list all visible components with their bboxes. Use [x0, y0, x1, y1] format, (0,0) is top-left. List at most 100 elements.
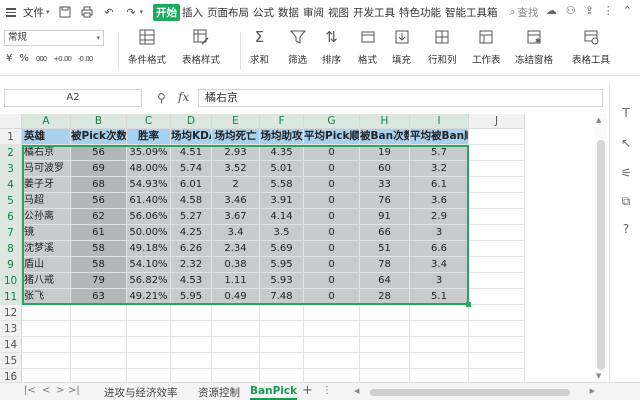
cell-h7[interactable]: 66 [360, 225, 410, 241]
fill-button[interactable]: 填充 [392, 28, 411, 66]
cell-i2[interactable]: 5.7 [410, 145, 469, 161]
next-sheet-icon[interactable]: > [56, 385, 64, 396]
cell-j6[interactable] [469, 209, 525, 225]
cell-h13[interactable] [360, 321, 410, 337]
column-header-h[interactable]: H [360, 114, 410, 129]
row-header-3[interactable]: 3 [0, 161, 22, 177]
cell-h8[interactable]: 51 [360, 241, 410, 257]
cell-j8[interactable] [469, 241, 525, 257]
sheet-tab-banpick[interactable]: BanPick [250, 385, 298, 400]
tab-smart-tools[interactable]: 智能工具箱 [443, 4, 500, 21]
cell-c7[interactable]: 50.00% [127, 225, 171, 241]
row-header-13[interactable]: 13 [0, 321, 22, 337]
cell-g2[interactable]: 0 [304, 145, 360, 161]
formula-input[interactable]: 橘右京 [198, 89, 603, 107]
cell-j1[interactable] [469, 129, 525, 145]
row-header-6[interactable]: 6 [0, 209, 22, 225]
cell-b7[interactable]: 61 [71, 225, 127, 241]
cell-b9[interactable]: 58 [71, 257, 127, 273]
tab-insert[interactable]: 插入 [180, 4, 205, 21]
cell-g15[interactable] [304, 353, 360, 369]
cell-i11[interactable]: 5.1 [410, 289, 469, 305]
vertical-scrollbar[interactable]: ▲ ▼ [595, 114, 607, 382]
cell-b8[interactable]: 58 [71, 241, 127, 257]
collaborate-icon[interactable]: ⚇ [566, 4, 576, 17]
cell-a6[interactable]: 公孙离 [22, 209, 71, 225]
cell-j14[interactable] [469, 337, 525, 353]
cell-i9[interactable]: 3.4 [410, 257, 469, 273]
cell-c12[interactable] [127, 305, 171, 321]
scroll-up-icon[interactable]: ▲ [596, 116, 601, 124]
sheet-tab-resource-control[interactable]: 资源控制 [198, 385, 240, 400]
cell-g13[interactable] [304, 321, 360, 337]
row-header-10[interactable]: 10 [0, 273, 22, 289]
cell-e11[interactable]: 0.49 [212, 289, 260, 305]
column-header-j[interactable]: J [469, 114, 525, 129]
cell-j7[interactable] [469, 225, 525, 241]
cell-j10[interactable] [469, 273, 525, 289]
cell-e5[interactable]: 3.46 [212, 193, 260, 209]
cell-b5[interactable]: 56 [71, 193, 127, 209]
cell-h11[interactable]: 28 [360, 289, 410, 305]
cell-b12[interactable] [71, 305, 127, 321]
cell-d2[interactable]: 4.51 [171, 145, 212, 161]
scroll-right-icon[interactable]: ▶ [590, 387, 595, 395]
row-header-11[interactable]: 11 [0, 289, 22, 305]
format-button[interactable]: 格式 [358, 28, 377, 66]
search-box[interactable]: ⌕ 查找 [510, 5, 539, 20]
cell-c9[interactable]: 54.10% [127, 257, 171, 273]
cell-b15[interactable] [71, 353, 127, 369]
cell-a14[interactable] [22, 337, 71, 353]
cell-i7[interactable]: 3 [410, 225, 469, 241]
worksheet-button[interactable]: 工作表 [472, 28, 501, 66]
cell-d10[interactable]: 4.53 [171, 273, 212, 289]
cell-h1[interactable]: 被Ban次数 [360, 129, 410, 145]
vertical-scroll-thumb[interactable] [597, 140, 605, 370]
cell-h2[interactable]: 19 [360, 145, 410, 161]
cell-f3[interactable]: 5.01 [260, 161, 304, 177]
table-style-button[interactable]: 表格样式 [182, 28, 220, 66]
row-header-1[interactable]: 1 [0, 129, 22, 145]
cell-f15[interactable] [260, 353, 304, 369]
tab-formulas[interactable]: 公式 [251, 4, 276, 21]
percent-button[interactable]: % [19, 53, 29, 64]
cell-i3[interactable]: 3.2 [410, 161, 469, 177]
cell-d15[interactable] [171, 353, 212, 369]
tab-features[interactable]: 特色功能 [397, 4, 443, 21]
cell-f14[interactable] [260, 337, 304, 353]
row-header-2[interactable]: 2 [0, 145, 22, 161]
cell-e13[interactable] [212, 321, 260, 337]
cell-j9[interactable] [469, 257, 525, 273]
horizontal-scroll-thumb[interactable] [370, 389, 570, 396]
cell-g11[interactable]: 0 [304, 289, 360, 305]
cell-i4[interactable]: 6.1 [410, 177, 469, 193]
help-icon[interactable]: ? [619, 222, 633, 236]
cell-d9[interactable]: 2.32 [171, 257, 212, 273]
collapse-ribbon-icon[interactable]: ⌃ [623, 4, 632, 17]
cell-a7[interactable]: 镜 [22, 225, 71, 241]
cell-b3[interactable]: 69 [71, 161, 127, 177]
cell-j12[interactable] [469, 305, 525, 321]
cell-e12[interactable] [212, 305, 260, 321]
cell-f10[interactable]: 5.93 [260, 273, 304, 289]
select-icon[interactable]: ↖ [619, 136, 633, 150]
cell-g5[interactable]: 0 [304, 193, 360, 209]
sheet-more-icon[interactable]: ⋮ [322, 385, 332, 396]
cell-c6[interactable]: 56.06% [127, 209, 171, 225]
cell-a9[interactable]: 盾山 [22, 257, 71, 273]
cloud-sync-icon[interactable]: ☁ [546, 4, 557, 17]
cell-d11[interactable]: 5.95 [171, 289, 212, 305]
cell-b13[interactable] [71, 321, 127, 337]
increase-decimal-button[interactable]: +0 .00 [53, 55, 72, 63]
cell-i10[interactable]: 3 [410, 273, 469, 289]
cell-c10[interactable]: 56.82% [127, 273, 171, 289]
menu-icon[interactable] [6, 7, 18, 17]
cell-e9[interactable]: 0.38 [212, 257, 260, 273]
cell-a15[interactable] [22, 353, 71, 369]
cell-e4[interactable]: 2 [212, 177, 260, 193]
cell-e10[interactable]: 1.11 [212, 273, 260, 289]
cell-f13[interactable] [260, 321, 304, 337]
filter-button[interactable]: 筛选 [288, 28, 307, 66]
zoom-icon[interactable]: ⚲ [157, 91, 166, 105]
cell-b1[interactable]: 被Pick次数 [71, 129, 127, 145]
